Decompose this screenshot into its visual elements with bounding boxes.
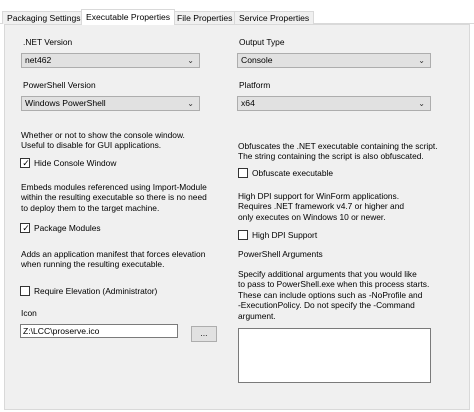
tab-file-properties[interactable]: File Properties	[172, 11, 238, 24]
net-version-label: .NET Version	[23, 37, 73, 47]
tab-packaging-settings[interactable]: Packaging Settings	[2, 11, 86, 24]
output-type-select[interactable]: Console ⌄	[237, 53, 431, 68]
chevron-down-icon: ⌄	[418, 56, 425, 65]
powershell-arguments-label: PowerShell Arguments	[238, 249, 323, 259]
hide-console-description: Whether or not to show the console windo…	[21, 130, 185, 151]
net-version-value: net462	[25, 55, 52, 65]
checkmark-icon: ✓	[22, 223, 30, 233]
powershell-version-value: Windows PowerShell	[25, 98, 106, 108]
package-modules-label: Package Modules	[34, 223, 101, 233]
net-version-select[interactable]: net462 ⌄	[21, 53, 200, 68]
platform-value: x64	[241, 98, 255, 108]
chevron-down-icon: ⌄	[187, 99, 194, 108]
hide-console-label: Hide Console Window	[34, 158, 117, 168]
package-modules-description: Embeds modules referenced using Import-M…	[21, 182, 207, 213]
browse-icon-button[interactable]: ...	[191, 326, 217, 342]
powershell-arguments-description: Specify additional arguments that you wo…	[238, 269, 430, 321]
checkmark-icon: ✓	[22, 158, 30, 168]
powershell-version-select[interactable]: Windows PowerShell ⌄	[21, 96, 200, 111]
require-elevation-label: Require Elevation (Administrator)	[34, 286, 158, 296]
icon-label: Icon	[21, 308, 37, 318]
powershell-arguments-textarea[interactable]	[238, 328, 431, 383]
chevron-down-icon: ⌄	[187, 56, 194, 65]
executable-properties-panel: .NET Version net462 ⌄ PowerShell Version…	[4, 24, 470, 410]
tab-strip: Packaging Settings Executable Properties…	[0, 0, 474, 25]
output-type-value: Console	[241, 55, 273, 65]
tab-executable-properties[interactable]: Executable Properties	[81, 9, 176, 25]
require-elevation-description: Adds an application manifest that forces…	[21, 249, 206, 270]
high-dpi-description: High DPI support for WinForm application…	[238, 191, 405, 222]
obfuscate-label: Obfuscate executable	[252, 168, 334, 178]
obfuscate-description: Obfuscates the .NET executable containin…	[238, 141, 438, 162]
chevron-down-icon: ⌄	[418, 99, 425, 108]
icon-path-input[interactable]: Z:\LCC\proserve.ico	[20, 324, 178, 338]
high-dpi-label: High DPI Support	[252, 230, 318, 240]
powershell-version-label: PowerShell Version	[23, 80, 96, 90]
platform-select[interactable]: x64 ⌄	[237, 96, 431, 111]
tab-service-properties[interactable]: Service Properties	[234, 11, 315, 24]
platform-label: Platform	[239, 80, 271, 90]
output-type-label: Output Type	[239, 37, 285, 47]
